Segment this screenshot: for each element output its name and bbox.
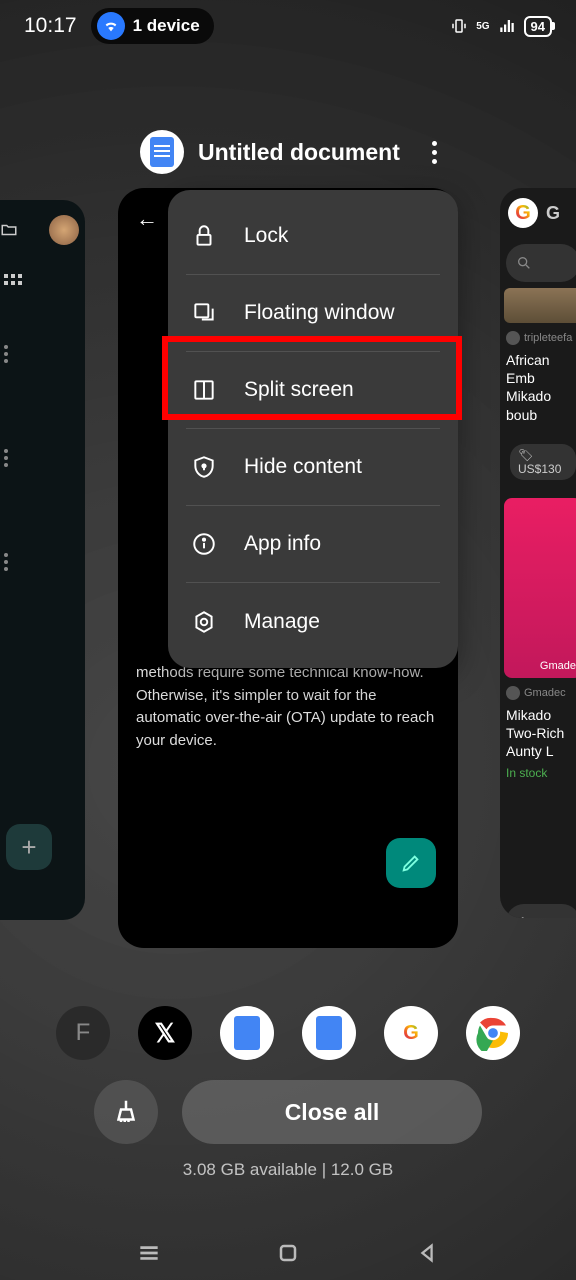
seller-name: tripleteefa — [500, 327, 576, 349]
clock-time: 10:17 — [24, 14, 77, 38]
stock-status: In stock — [500, 762, 576, 784]
product-image — [504, 288, 576, 323]
device-count: 1 device — [133, 16, 200, 36]
menu-item-app-info[interactable]: App info — [186, 506, 440, 583]
menu-label: Manage — [244, 610, 320, 634]
more-options-button[interactable] — [432, 141, 437, 164]
product-title: Mikado Two-Rich Aunty L — [500, 704, 576, 763]
google-label: G — [546, 203, 560, 224]
dock-app-chrome[interactable] — [466, 1006, 520, 1060]
menu-item-manage[interactable]: Manage — [186, 583, 440, 660]
status-bar: 10:17 1 device 5G 94 — [0, 0, 576, 52]
search-bar — [506, 244, 576, 282]
recent-apps-dock: F 𝕏 — [0, 1006, 576, 1060]
menu-label: Floating window — [244, 301, 395, 325]
memory-status: 3.08 GB available | 12.0 GB — [183, 1160, 393, 1180]
more-icon — [4, 456, 8, 460]
app-icon-docs[interactable] — [140, 130, 184, 174]
dock-app-google[interactable] — [384, 1006, 438, 1060]
more-icon — [4, 560, 8, 564]
useful-prompt: Are these useful? — [506, 904, 576, 918]
split-screen-icon — [190, 376, 218, 404]
google-icon — [508, 198, 538, 228]
recent-card-left[interactable]: + — [0, 200, 85, 920]
dock-app-finder[interactable]: F — [56, 1006, 110, 1060]
lock-icon — [190, 222, 218, 250]
back-nav-button[interactable] — [412, 1238, 442, 1268]
app-title: Untitled document — [198, 139, 400, 166]
network-type: 5G — [476, 21, 489, 32]
vibrate-icon — [450, 17, 468, 35]
grid-view-icon — [4, 274, 22, 292]
menu-item-hide-content[interactable]: Hide content — [186, 429, 440, 506]
home-nav-button[interactable] — [273, 1238, 303, 1268]
clean-memory-button[interactable] — [94, 1080, 158, 1144]
price-tag: 🏷 US$130 — [510, 444, 576, 480]
menu-label: Hide content — [244, 455, 362, 479]
avatar — [49, 215, 79, 245]
menu-item-split-screen[interactable]: Split screen — [186, 352, 440, 429]
dock-app-docs[interactable] — [220, 1006, 274, 1060]
menu-item-floating-window[interactable]: Floating window — [186, 275, 440, 352]
menu-label: Split screen — [244, 378, 354, 402]
manage-icon — [190, 608, 218, 636]
info-icon — [190, 530, 218, 558]
menu-item-lock[interactable]: Lock — [186, 198, 440, 275]
menu-label: Lock — [244, 224, 288, 248]
folder-icon — [0, 221, 18, 239]
add-button[interactable]: + — [6, 824, 52, 870]
floating-window-icon — [190, 299, 218, 327]
search-icon — [516, 255, 532, 271]
navigation-bar — [0, 1238, 576, 1268]
recent-card-right[interactable]: G tripleteefa African Emb Mikado boub 🏷 … — [500, 188, 576, 918]
battery-level: 94 — [524, 16, 552, 37]
product-image: Gmade — [504, 498, 576, 678]
device-indicator[interactable]: 1 device — [91, 8, 214, 44]
product-title: African Emb Mikado boub — [500, 349, 576, 426]
pencil-icon — [400, 852, 422, 874]
app-context-menu: Lock Floating window Split screen Hide c… — [168, 190, 458, 668]
dock-app-docs-active[interactable] — [302, 1006, 356, 1060]
recents-nav-button[interactable] — [134, 1238, 164, 1268]
wifi-icon — [97, 12, 125, 40]
broom-icon — [111, 1097, 141, 1127]
more-icon — [4, 352, 8, 356]
edit-fab[interactable] — [386, 838, 436, 888]
close-all-button[interactable]: Close all — [182, 1080, 482, 1144]
seller-name: Gmadec — [500, 682, 576, 704]
shield-icon — [190, 453, 218, 481]
signal-icon — [498, 17, 516, 35]
dock-app-x[interactable]: 𝕏 — [138, 1006, 192, 1060]
menu-label: App info — [244, 532, 321, 556]
